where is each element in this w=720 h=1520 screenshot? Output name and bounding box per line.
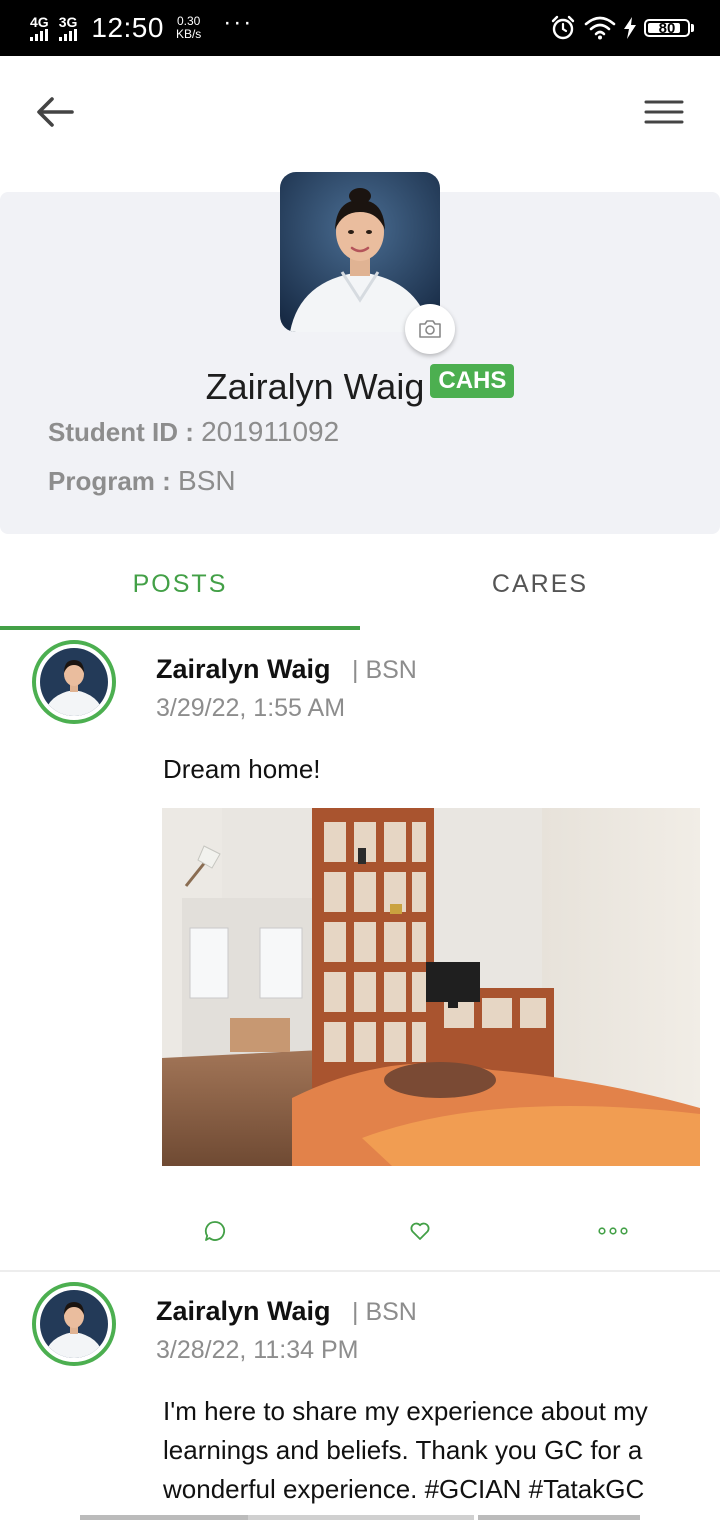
status-time: 12:50: [91, 12, 164, 43]
college-badge: CAHS: [430, 364, 515, 398]
post-text: I'm here to share my experience about my…: [163, 1396, 648, 1520]
profile-tabs: POSTS CARES: [0, 540, 720, 632]
post-timestamp: 3/28/22, 11:34 PM: [156, 1336, 359, 1364]
charging-icon: [624, 17, 636, 39]
heart-icon: [410, 1222, 430, 1240]
post-author-name[interactable]: Zairalyn Waig: [156, 1296, 331, 1327]
app-bar: [0, 56, 720, 166]
status-more-icon: ···: [223, 9, 254, 36]
profile-name: Zairalyn Waig: [205, 366, 425, 407]
signal-3g-icon: 3G: [58, 14, 78, 41]
network-speed-unit: KB/s: [175, 27, 202, 41]
camera-icon: [419, 320, 441, 338]
change-photo-button[interactable]: [405, 304, 455, 354]
battery-icon: 80: [644, 19, 694, 37]
post-author-avatar[interactable]: [32, 1282, 116, 1366]
post-author-program: | BSN: [352, 656, 417, 684]
more-options-button[interactable]: [593, 1211, 633, 1251]
scroll-indicator: [80, 1515, 248, 1520]
tab-cares[interactable]: CARES: [360, 540, 720, 628]
status-bar: 4G 3G 12:50 0.30 KB/s ··· 80: [0, 0, 720, 56]
post-text: Dream home!: [163, 754, 321, 784]
post-author-name[interactable]: Zairalyn Waig: [156, 654, 331, 685]
tab-posts[interactable]: POSTS: [0, 540, 360, 628]
back-button[interactable]: [34, 94, 78, 130]
comment-icon: [204, 1221, 226, 1241]
scroll-indicator-segment: [248, 1515, 474, 1520]
network-type-1: 4G: [30, 14, 49, 30]
post-timestamp: 3/29/22, 1:55 AM: [156, 694, 346, 722]
program-row: Program : BSN: [48, 465, 236, 497]
arrow-left-icon: [37, 97, 74, 127]
post-author-avatar[interactable]: [32, 640, 116, 724]
scroll-indicator-segment: [478, 1515, 640, 1520]
more-dots-icon: [598, 1227, 628, 1235]
profile-name-row: Zairalyn Waig CAHS: [0, 364, 720, 408]
signal-4g-icon: 4G: [30, 15, 49, 41]
active-tab-indicator: [0, 626, 360, 630]
menu-button[interactable]: [642, 96, 686, 128]
wifi-icon: [584, 16, 616, 40]
hamburger-menu-icon: [644, 100, 684, 124]
program-label: Program :: [48, 466, 179, 496]
network-speed: 0.30 KB/s: [176, 15, 201, 41]
post-divider: [0, 1270, 720, 1272]
student-id-value: 201911092: [201, 416, 340, 447]
alarm-icon: [551, 15, 575, 40]
post-author-program: | BSN: [352, 1298, 417, 1326]
care-button[interactable]: [400, 1211, 440, 1251]
student-id-row: Student ID : 201911092: [48, 416, 339, 448]
post-image[interactable]: [162, 808, 700, 1166]
student-id-label: Student ID :: [48, 417, 202, 447]
comment-button[interactable]: [195, 1211, 235, 1251]
network-type-2: 3G: [58, 14, 78, 30]
battery-level: 80: [658, 19, 676, 37]
program-value: BSN: [178, 465, 236, 496]
